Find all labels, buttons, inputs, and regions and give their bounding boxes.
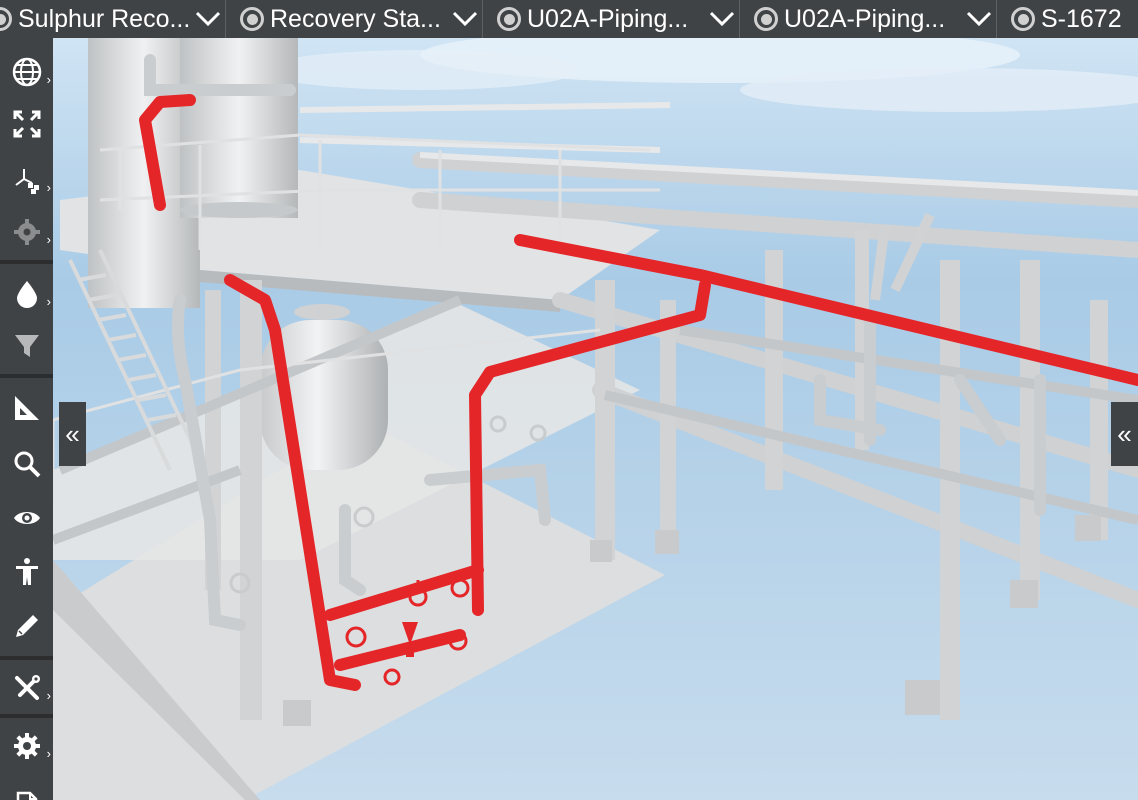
toolbar-divider: [0, 260, 53, 264]
target-icon: [0, 7, 12, 31]
submenu-indicator: ›: [46, 72, 51, 87]
filter-icon: [14, 335, 39, 357]
document-button[interactable]: [0, 774, 53, 800]
fullscreen-button[interactable]: [0, 100, 53, 148]
breadcrumb-item[interactable]: S-1672: [997, 0, 1138, 38]
target-icon: [497, 7, 521, 31]
search-icon: [14, 451, 40, 478]
submenu-indicator: ›: [46, 294, 51, 309]
breadcrumb-bar: Sulphur Reco... Recovery Sta... U02A-Pip…: [0, 0, 1138, 38]
settings-icon: [13, 733, 40, 759]
left-toolbar: › › › › › ›: [0, 38, 53, 800]
markup-button[interactable]: [0, 602, 53, 650]
chevron-down-icon[interactable]: [191, 0, 225, 38]
pencil-icon: [15, 615, 38, 637]
breadcrumb-item[interactable]: Recovery Sta...: [226, 0, 483, 38]
breadcrumb-label: U02A-Piping...: [784, 4, 946, 33]
breadcrumb-label: S-1672: [1041, 4, 1122, 33]
target-icon: [1011, 7, 1035, 31]
measure-button[interactable]: [0, 384, 53, 432]
tools-icon: [14, 675, 40, 700]
submenu-indicator: ›: [46, 746, 51, 761]
settings-button[interactable]: ›: [0, 722, 53, 770]
toolbar-divider: [0, 374, 53, 378]
visibility-button[interactable]: [0, 494, 53, 542]
breadcrumb-item[interactable]: Sulphur Reco...: [0, 0, 226, 38]
breadcrumb-label: U02A-Piping...: [527, 4, 689, 33]
gear-button[interactable]: ›: [0, 208, 53, 256]
person-icon: [15, 558, 38, 585]
expand-right-panel-button[interactable]: «: [1111, 402, 1138, 466]
submenu-indicator: ›: [46, 232, 51, 247]
plant-model-render: [0, 0, 1138, 800]
filter-button[interactable]: [0, 322, 53, 370]
tools-button[interactable]: ›: [0, 664, 53, 712]
toolbar-divider: [0, 656, 53, 660]
submenu-indicator: ›: [46, 180, 51, 195]
double-chevron-left-icon: «: [1117, 418, 1132, 449]
fullscreen-icon: [13, 110, 40, 138]
axes-icon: [14, 169, 39, 194]
document-icon: [16, 791, 37, 800]
target-icon: [240, 7, 264, 31]
breadcrumb-item[interactable]: U02A-Piping...: [483, 0, 740, 38]
ruler-icon: [14, 396, 39, 420]
3d-viewport[interactable]: [0, 0, 1138, 800]
walk-mode-button[interactable]: [0, 548, 53, 596]
breadcrumb-label: Recovery Sta...: [270, 4, 441, 33]
search-button[interactable]: [0, 440, 53, 488]
droplet-icon: [16, 281, 37, 308]
color-button[interactable]: ›: [0, 270, 53, 318]
globe-button[interactable]: ›: [0, 48, 53, 96]
chevron-down-icon[interactable]: [705, 0, 739, 38]
target-icon: [754, 7, 778, 31]
eye-icon: [13, 512, 40, 524]
globe-icon: [12, 57, 41, 87]
breadcrumb-item[interactable]: U02A-Piping...: [740, 0, 997, 38]
double-chevron-left-icon: «: [65, 418, 80, 449]
toolbar-divider: [0, 714, 53, 718]
breadcrumb-label: Sulphur Reco...: [18, 4, 191, 33]
gear-icon: [13, 219, 40, 245]
axes-button[interactable]: ›: [0, 156, 53, 204]
submenu-indicator: ›: [46, 688, 51, 703]
chevron-down-icon[interactable]: [448, 0, 482, 38]
chevron-down-icon[interactable]: [962, 0, 996, 38]
collapse-left-panel-button[interactable]: «: [59, 402, 86, 466]
